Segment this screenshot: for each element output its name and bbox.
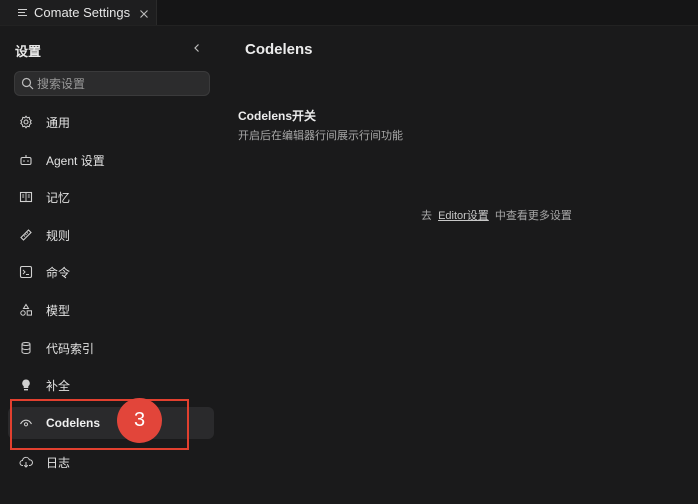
- sidebar-item-general[interactable]: 通用: [8, 106, 214, 138]
- hint-suffix: 中查看更多设置: [494, 210, 572, 222]
- settings-content: Codelens Codelens开关 开启后在编辑器行间展示行间功能 去 Ed…: [226, 26, 698, 504]
- sidebar-item-rules[interactable]: 规则: [8, 219, 214, 251]
- search-icon: [21, 77, 34, 90]
- sidebar-item-memory[interactable]: 记忆: [8, 181, 214, 213]
- sidebar-item-label: Agent 设置: [46, 153, 105, 168]
- codelens-toggle-description: 开启后在编辑器行间展示行间功能: [238, 130, 403, 142]
- tab-bar: Comate Settings: [0, 0, 698, 26]
- ruler-icon: [18, 227, 34, 243]
- list-icon: [18, 8, 28, 18]
- close-icon[interactable]: [138, 7, 150, 19]
- cloud-download-icon: [18, 454, 34, 470]
- sidebar-item-label: 命令: [46, 265, 71, 280]
- sidebar-item-label: 模型: [46, 303, 71, 318]
- database-icon: [18, 340, 34, 356]
- sidebar-item-label: 记忆: [46, 190, 71, 205]
- sidebar-item-agent[interactable]: Agent 设置: [8, 144, 214, 176]
- book-icon: [18, 189, 34, 205]
- tab-comate-settings[interactable]: Comate Settings: [0, 0, 157, 25]
- terminal-icon: [18, 264, 34, 280]
- sidebar-item-logs[interactable]: 日志: [8, 446, 214, 478]
- gear-icon: [18, 114, 34, 130]
- annotation-highlight-box: [10, 399, 189, 450]
- tab-label: Comate Settings: [34, 5, 131, 20]
- sidebar-title: 设置: [15, 44, 42, 59]
- sidebar-item-label: 日志: [46, 455, 71, 470]
- chevron-left-icon[interactable]: [190, 41, 204, 55]
- sidebar-item-models[interactable]: 模型: [8, 294, 214, 326]
- page-title: Codelens: [245, 41, 313, 58]
- search-input[interactable]: [37, 76, 197, 91]
- sidebar-item-label: 代码索引: [46, 341, 95, 356]
- sidebar-item-code-index[interactable]: 代码索引: [8, 332, 214, 364]
- shapes-icon: [18, 302, 34, 318]
- codelens-toggle-title: Codelens开关: [238, 109, 317, 123]
- sidebar-item-completion[interactable]: 补全: [8, 369, 214, 401]
- hint-prefix: 去: [421, 210, 432, 222]
- search-box[interactable]: [14, 71, 210, 96]
- lightbulb-icon: [18, 377, 34, 393]
- sidebar-item-label: 通用: [46, 115, 71, 130]
- sidebar-item-label: 规则: [46, 228, 71, 243]
- editor-settings-hint: 去 Editor设置 中查看更多设置: [421, 207, 572, 223]
- step-number-badge: 3: [117, 398, 162, 443]
- editor-settings-link[interactable]: Editor设置: [438, 210, 489, 222]
- sidebar-item-commands[interactable]: 命令: [8, 256, 214, 288]
- sidebar-item-label: 补全: [46, 378, 71, 393]
- robot-icon: [18, 152, 34, 168]
